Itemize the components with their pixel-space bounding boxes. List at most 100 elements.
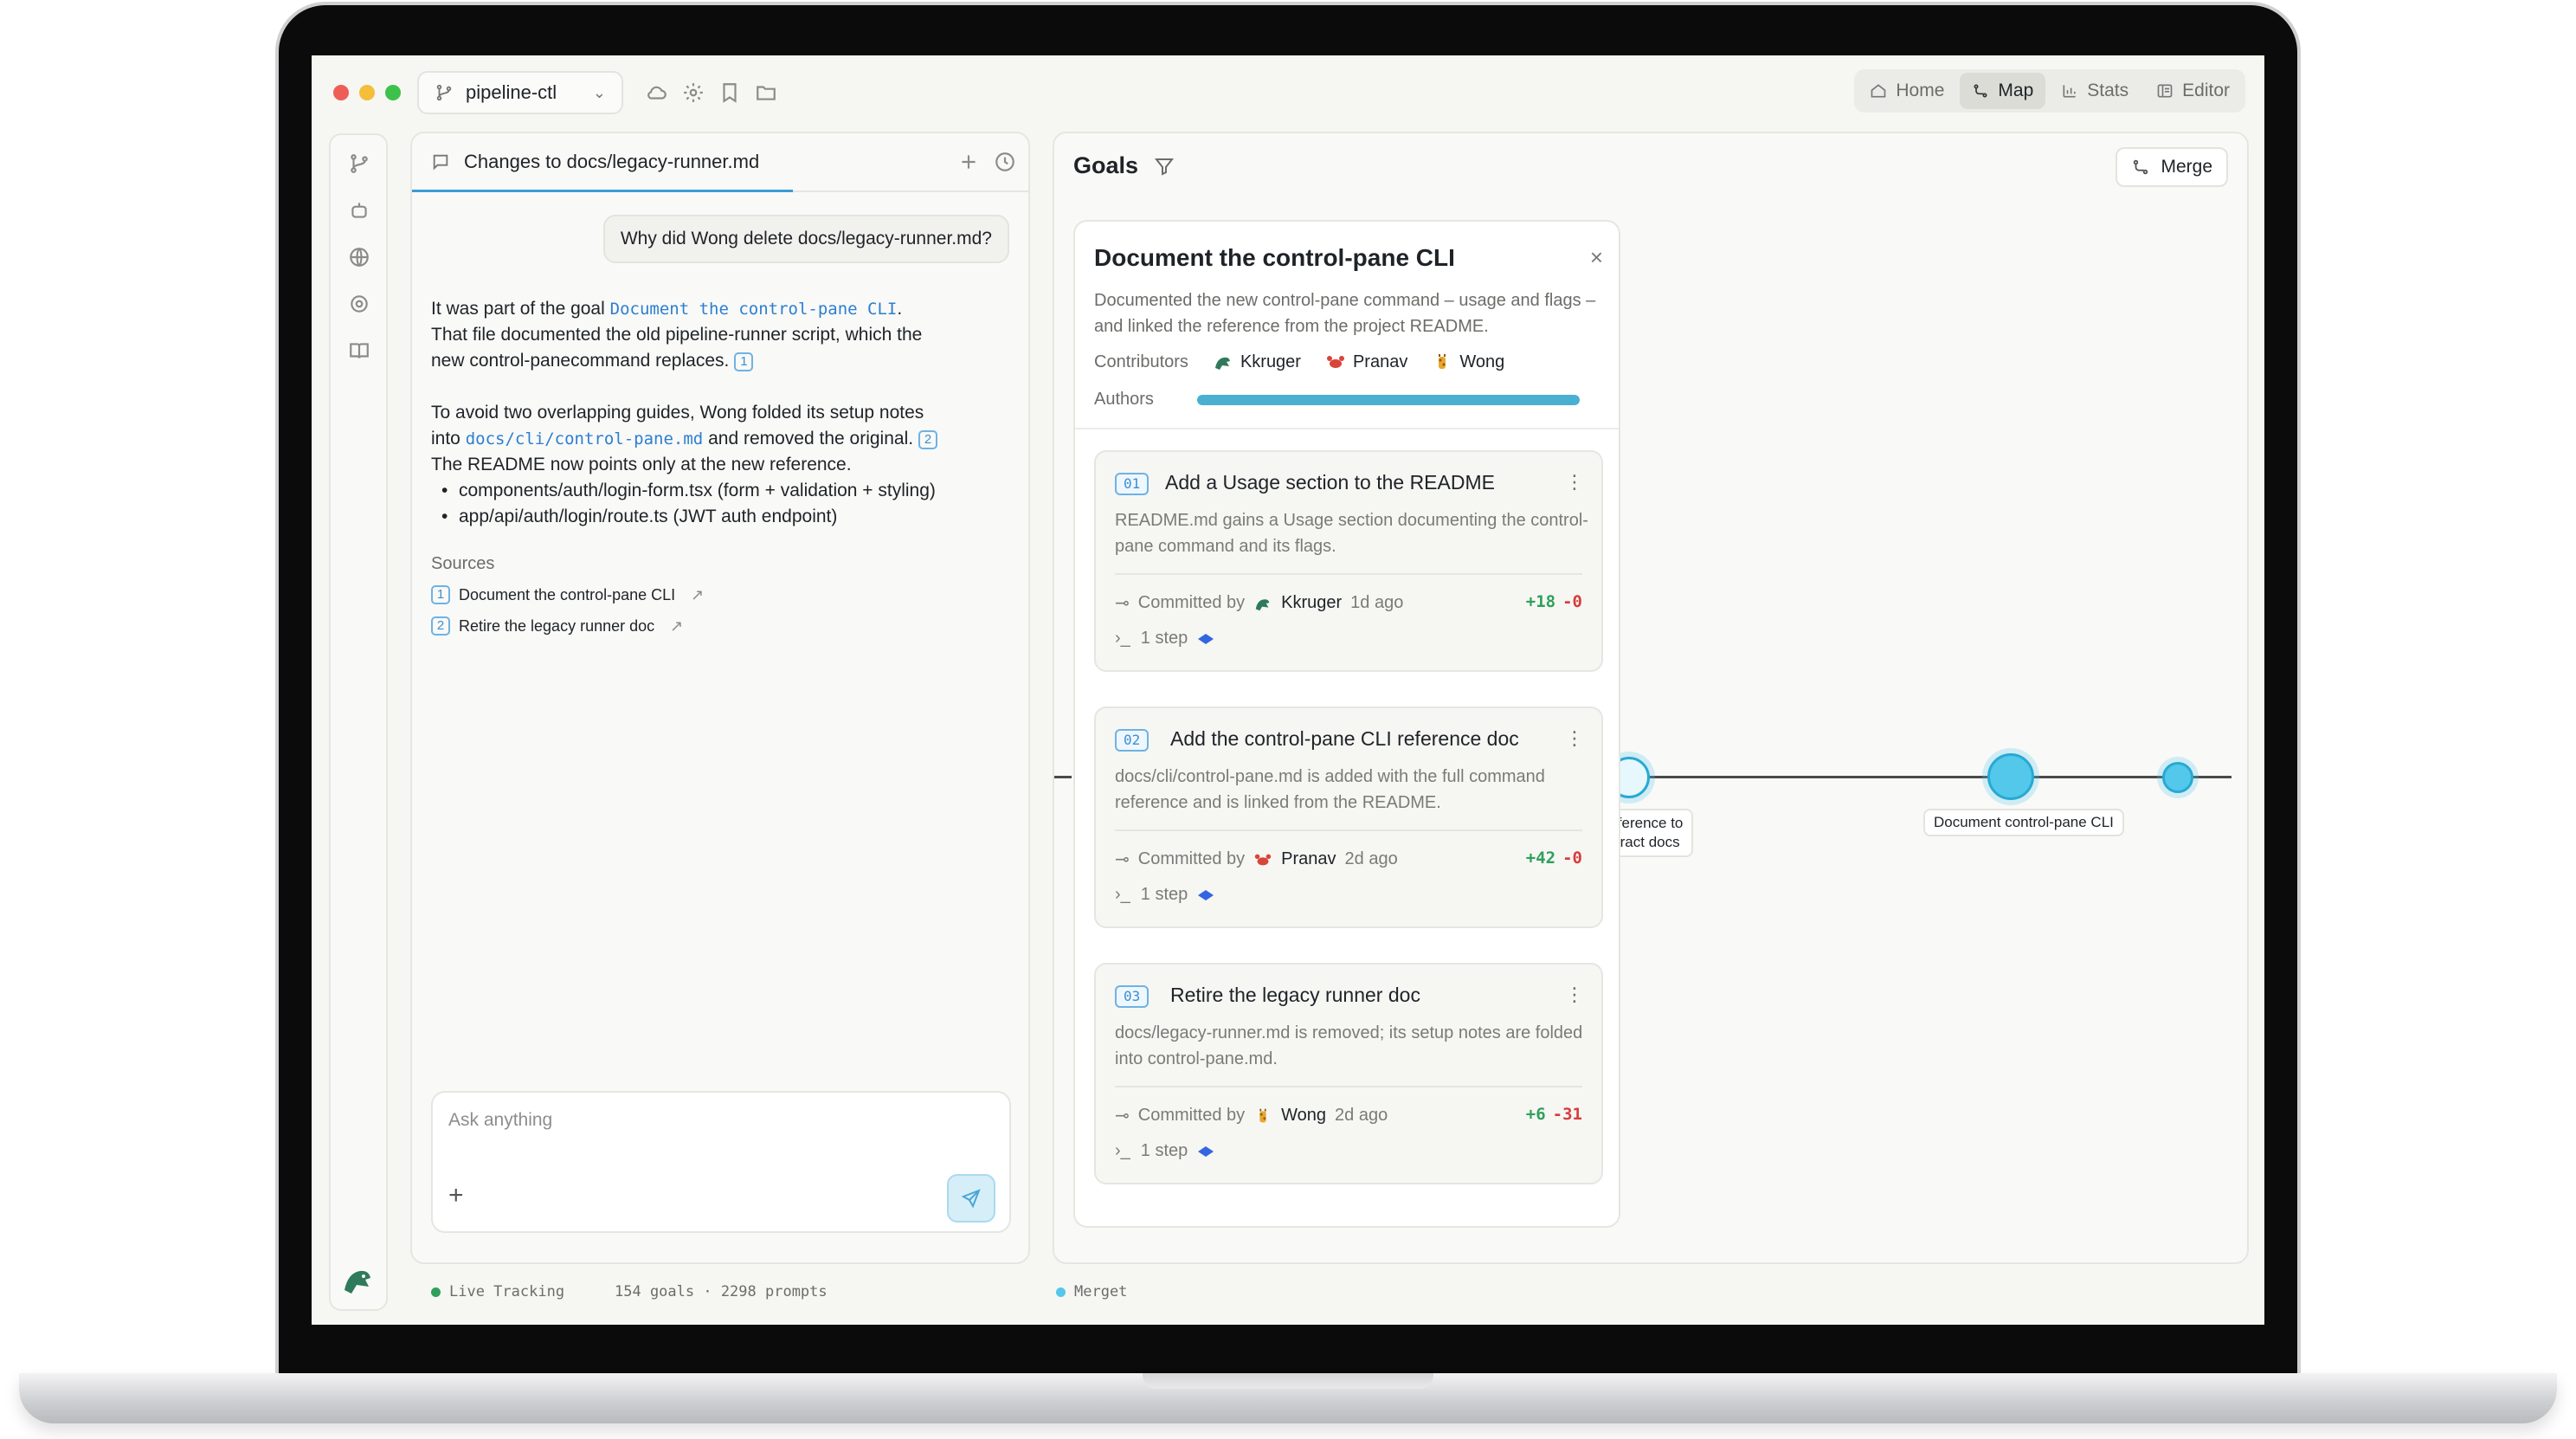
commit-time: 1d ago	[1350, 593, 1404, 612]
bookmark-icon[interactable]	[718, 81, 741, 104]
deletions: -31	[1552, 1105, 1582, 1124]
answer-text: That file documented the old pipeline-ru…	[431, 325, 923, 345]
chat-input[interactable]: Ask anything +	[431, 1091, 1011, 1233]
citation-badge[interactable]: 1	[734, 352, 754, 371]
contributor-chip[interactable]: Kkruger	[1213, 352, 1301, 372]
steps-row[interactable]: ›_ 1 step	[1115, 629, 1214, 649]
top-nav: Home Map Stats Editor	[1854, 69, 2245, 113]
steps-row[interactable]: ›_ 1 step	[1115, 1141, 1214, 1161]
history-icon[interactable]	[994, 151, 1016, 173]
comment-icon	[431, 152, 450, 171]
cloud-icon[interactable]	[646, 81, 668, 104]
source-item[interactable]: 1 Document the control-pane CLI ↗	[431, 585, 704, 604]
commit-author[interactable]: Kkruger	[1281, 593, 1342, 613]
assistant-answer: It was part of the goal Document the con…	[431, 296, 985, 530]
contributor-chip[interactable]: Wong	[1432, 352, 1504, 372]
steps-label: 1 step	[1140, 1141, 1188, 1160]
commit-description: docs/legacy-runner.md is removed; its se…	[1115, 1023, 1583, 1068]
step-marker-icon	[1198, 1145, 1214, 1157]
status-merget: Merget	[1056, 1283, 1127, 1300]
repo-name: pipeline-ctl	[466, 81, 557, 103]
commit-author-row: ⊸ Committed by Kkruger 1d ago	[1115, 592, 1403, 614]
user-avatar[interactable]	[339, 1261, 377, 1299]
answer-text: The README now points only at the new re…	[431, 455, 852, 474]
answer-text: To avoid two overlapping guides, Wong fo…	[431, 403, 924, 423]
more-icon[interactable]: ⋮	[1565, 471, 1584, 494]
answer-text: into	[431, 429, 466, 448]
commit-title: Retire the legacy runner doc	[1170, 984, 1420, 1006]
commit-author[interactable]: Pranav	[1281, 849, 1336, 869]
divider	[1075, 428, 1619, 429]
more-icon[interactable]: ⋮	[1565, 727, 1584, 750]
filter-icon[interactable]	[1154, 156, 1175, 177]
contributors-row: Contributors Kkruger Pranav Wong	[1094, 352, 1504, 372]
diff-stats: +42 -0	[1526, 849, 1582, 868]
dino-avatar-icon	[1255, 598, 1270, 610]
gear-icon[interactable]	[348, 293, 370, 315]
list-item: components/auth/login-form.tsx (form + v…	[431, 478, 985, 504]
laptop-notch	[1143, 1373, 1433, 1389]
merge-label: Merge	[2161, 157, 2212, 177]
nav-editor[interactable]: Editor	[2144, 73, 2242, 109]
commit-number: 03	[1115, 985, 1150, 1008]
contributor-chip[interactable]: Pranav	[1325, 352, 1407, 372]
external-link-icon: ↗	[670, 616, 684, 635]
chat-panel: Changes to docs/legacy-runner.md Why did…	[410, 132, 1030, 1264]
book-icon[interactable]	[348, 339, 370, 362]
crab-avatar-icon	[1254, 854, 1272, 865]
contributor-name: Pranav	[1352, 352, 1408, 371]
status-merget-label: Merget	[1074, 1283, 1128, 1300]
divider	[1115, 1086, 1582, 1087]
minimize-window-button[interactable]	[359, 85, 375, 100]
commit-title: Add a Usage section to the README	[1165, 471, 1495, 494]
divider	[1115, 829, 1582, 831]
answer-text: and removed the original.	[703, 429, 914, 448]
nav-home[interactable]: Home	[1858, 73, 1956, 109]
source-label: Retire the legacy runner doc	[459, 616, 655, 635]
giraffe-avatar-icon	[1259, 1108, 1266, 1122]
commit-card[interactable]: 03 Retire the legacy runner doc ⋮ docs/l…	[1094, 963, 1603, 1184]
commit-author[interactable]: Wong	[1281, 1106, 1326, 1126]
commit-card[interactable]: 01 Add a Usage section to the README ⋮ R…	[1094, 450, 1603, 672]
app-window: pipeline-ctl ⌄ Home Map Stats Editor Cha…	[312, 55, 2264, 1325]
graph-edge	[1054, 776, 1072, 778]
close-window-button[interactable]	[333, 85, 349, 100]
file-link[interactable]: docs/cli/control-pane.md	[466, 429, 704, 448]
commit-time: 2d ago	[1344, 849, 1398, 868]
dino-avatar-icon	[1214, 357, 1230, 370]
steps-row[interactable]: ›_ 1 step	[1115, 885, 1214, 905]
citation-badge: 1	[431, 585, 450, 604]
maximize-window-button[interactable]	[385, 85, 401, 100]
nav-map-label: Map	[1998, 81, 2034, 100]
more-icon[interactable]: ⋮	[1565, 984, 1584, 1006]
additions: +6	[1525, 1105, 1546, 1124]
repo-select[interactable]: pipeline-ctl ⌄	[417, 71, 623, 114]
source-item[interactable]: 2 Retire the legacy runner doc ↗	[431, 616, 683, 636]
step-marker-icon	[1198, 633, 1214, 644]
answer-text: .	[897, 299, 903, 319]
globe-icon[interactable]	[348, 246, 370, 268]
citation-badge[interactable]: 2	[918, 430, 938, 449]
nav-map[interactable]: Map	[1960, 73, 2046, 109]
commit-icon: ⊸	[1115, 850, 1130, 869]
plus-icon[interactable]	[957, 151, 980, 173]
branch-icon[interactable]	[348, 152, 370, 175]
bot-icon[interactable]	[348, 199, 370, 222]
graph-edge	[1626, 776, 2231, 778]
attach-button[interactable]: +	[448, 1181, 464, 1210]
user-question: Why did Wong delete docs/legacy-runner.m…	[602, 215, 1009, 263]
send-button[interactable]	[947, 1174, 995, 1223]
nav-stats[interactable]: Stats	[2049, 73, 2141, 109]
folder-icon[interactable]	[755, 81, 777, 104]
goal-link[interactable]: Document the control-pane CLI	[610, 300, 898, 319]
graph-node[interactable]	[2162, 762, 2193, 793]
close-icon[interactable]: ×	[1590, 244, 1603, 271]
commit-card[interactable]: 02 Add the control-pane CLI reference do…	[1094, 707, 1603, 928]
status-live: Live Tracking	[431, 1283, 564, 1300]
terminal-icon: ›_	[1115, 885, 1130, 904]
gear-icon[interactable]	[682, 81, 705, 104]
commit-time: 2d ago	[1335, 1106, 1388, 1125]
merge-button[interactable]: Merge	[2116, 147, 2228, 187]
graph-node[interactable]	[1987, 753, 2034, 800]
chat-tab[interactable]: Changes to docs/legacy-runner.md	[412, 133, 793, 192]
